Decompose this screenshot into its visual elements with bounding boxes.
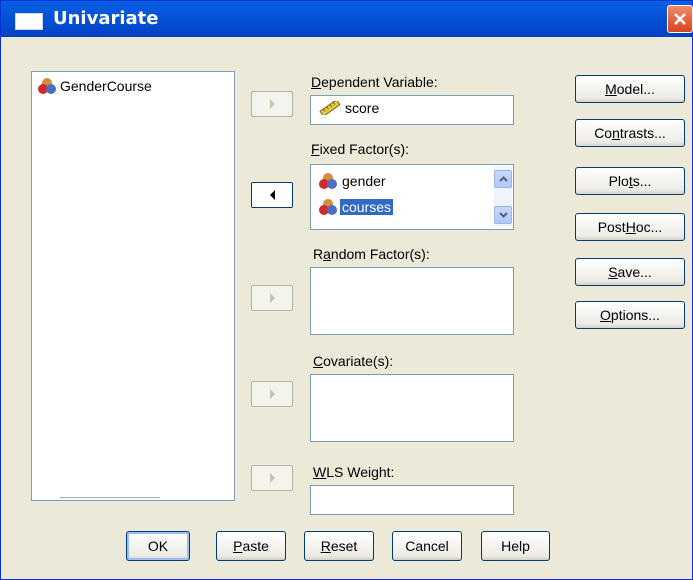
factor-label: gender [342, 173, 386, 189]
dependent-variable-field[interactable]: score [310, 95, 514, 125]
nominal-variable-icon [319, 199, 337, 215]
window-title: Univariate [53, 8, 159, 29]
arrow-right-icon [269, 473, 275, 483]
move-to-dependent-button[interactable] [251, 91, 293, 117]
wls-weight-label: WLS Weight: [313, 464, 395, 480]
source-variable-list[interactable]: GenderCourse [31, 71, 235, 501]
random-factors-label: Random Factor(s): [313, 246, 430, 262]
save-button[interactable]: Save... [575, 258, 685, 286]
arrow-right-icon [269, 293, 275, 303]
random-factors-list[interactable] [310, 267, 514, 335]
title-bar[interactable]: Univariate [1, 1, 693, 37]
close-button[interactable] [667, 5, 693, 33]
nominal-variable-icon [319, 173, 337, 189]
cancel-button[interactable]: Cancel [392, 531, 462, 561]
scale-variable-icon [319, 101, 341, 115]
covariates-label: Covariate(s): [313, 353, 394, 369]
dependent-variable-value: score [345, 100, 380, 116]
move-to-wls-weight-button[interactable] [251, 465, 293, 491]
plots-button[interactable]: Plo t s... [575, 167, 685, 195]
wls-weight-field[interactable] [310, 485, 514, 515]
contrasts-button[interactable]: Co n trasts... [575, 119, 685, 147]
fixed-factors-scrollbar[interactable] [494, 166, 512, 226]
options-button[interactable]: Options... [575, 301, 685, 329]
reset-button[interactable]: Reset [304, 531, 374, 561]
window-icon [15, 13, 43, 30]
univariate-dialog: Univariate GenderCourse Dependent Variab… [0, 0, 693, 580]
chevron-up-icon [498, 176, 508, 182]
list-item[interactable]: GenderCourse [38, 78, 152, 94]
list-scroll-indicator [60, 497, 160, 500]
help-button[interactable]: Help [481, 531, 550, 561]
move-to-covariate-button[interactable] [251, 381, 293, 407]
list-item-selected[interactable]: courses [319, 197, 394, 217]
nominal-variable-icon [38, 78, 56, 94]
model-button[interactable]: Model... [575, 75, 685, 103]
scroll-up-button[interactable] [494, 170, 512, 188]
close-icon [674, 13, 686, 25]
arrow-right-icon [269, 389, 275, 399]
arrow-right-icon [269, 99, 275, 109]
variable-label: GenderCourse [60, 78, 152, 94]
move-to-random-factor-button[interactable] [251, 285, 293, 311]
ok-button[interactable]: OK [126, 531, 190, 561]
factor-label: courses [340, 199, 394, 215]
fixed-factors-list[interactable]: gender courses [310, 164, 514, 230]
fixed-factors-label: Fixed Factor(s): [311, 141, 410, 157]
dependent-variable-label: Dependent Variable: [311, 74, 438, 90]
move-from-fixed-factor-button[interactable] [251, 182, 293, 208]
arrow-left-icon [269, 190, 275, 200]
list-item[interactable]: gender [319, 171, 388, 191]
chevron-down-icon [498, 212, 508, 218]
paste-button[interactable]: Paste [216, 531, 286, 561]
covariates-list[interactable] [310, 374, 514, 442]
post-hoc-button[interactable]: Post Hoc... [575, 213, 685, 241]
scroll-down-button[interactable] [494, 206, 512, 224]
